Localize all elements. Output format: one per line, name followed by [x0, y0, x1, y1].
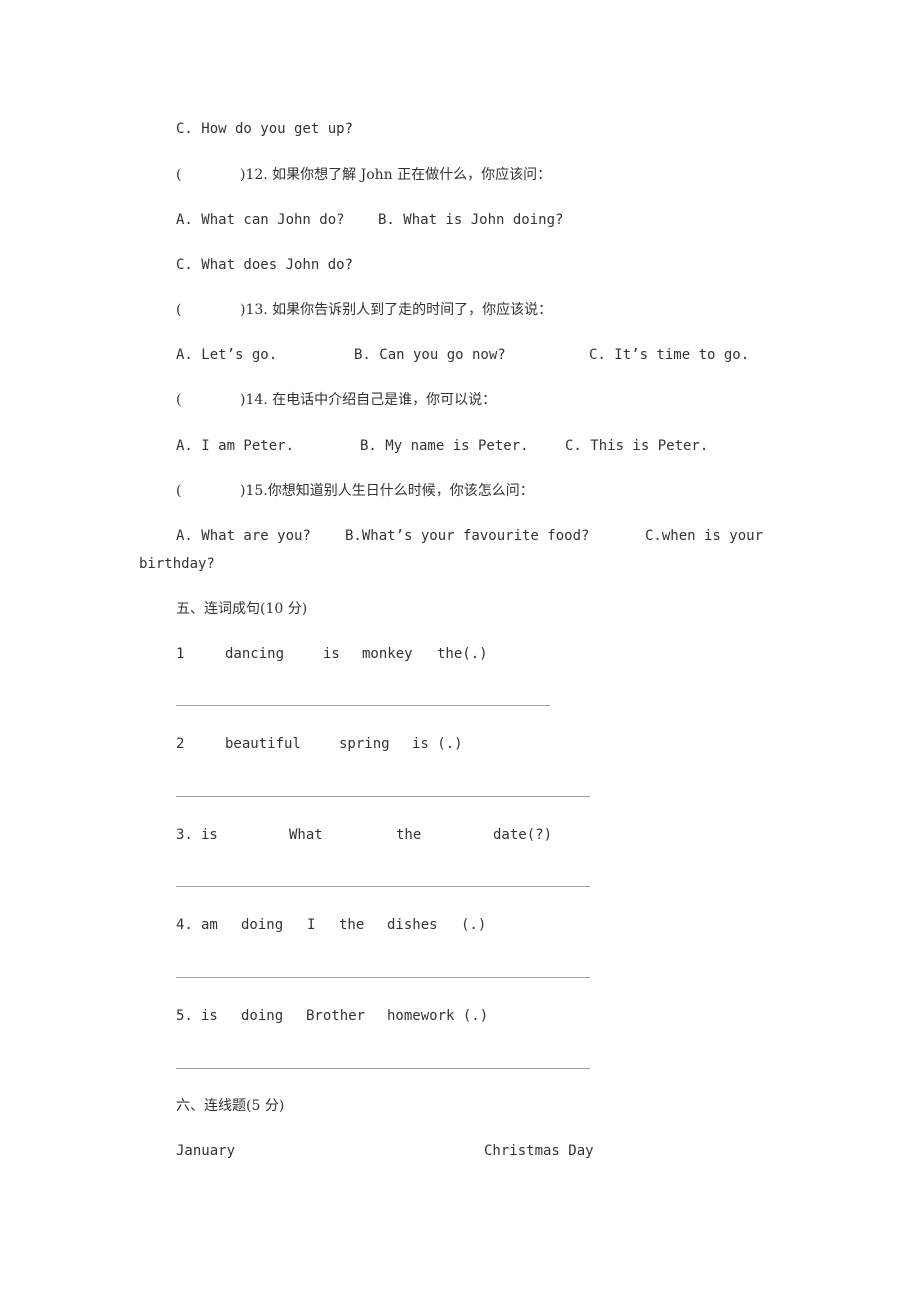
item-number: 4. — [176, 917, 193, 933]
word: doing — [241, 917, 284, 933]
word: date(?) — [493, 827, 553, 843]
q13-option-c: C. It’s time to go. — [589, 347, 750, 363]
answer-bracket-open: ( — [176, 302, 182, 318]
word: the — [396, 827, 422, 843]
word: am — [201, 917, 218, 933]
q14-option-a: A. I am Peter. — [176, 438, 295, 454]
word: beautiful — [225, 736, 301, 752]
q11-option-c: C. How do you get up? — [176, 121, 354, 137]
word: dancing — [225, 646, 285, 662]
q15-option-c: C.when is your — [645, 528, 764, 544]
answer-line-4[interactable] — [176, 977, 590, 978]
sentence-item-2: 2 beautiful spring is (.) — [176, 735, 676, 753]
question-12: ( )12. 如果你想了解 John 正在做什么，你应该问： — [176, 166, 776, 184]
answer-line-2[interactable] — [176, 796, 590, 797]
sentence-item-5: 5. is doing Brother homework (.) — [176, 1007, 676, 1025]
q13-option-a: A. Let’s go. — [176, 347, 278, 363]
sentence-item-3: 3. is What the date(?) — [176, 826, 676, 844]
answer-bracket-open: ( — [176, 167, 182, 183]
item-number: 1 — [176, 646, 185, 662]
matching-right-item: Christmas Day — [484, 1143, 594, 1159]
question-12-options-ab: A. What can John do? B. What is John doi… — [176, 211, 776, 229]
question-12-stem: )12. 如果你想了解 John 正在做什么，你应该问： — [240, 167, 552, 183]
word: doing — [241, 1008, 284, 1024]
item-number: 3. — [176, 827, 193, 843]
item-number: 5. — [176, 1008, 193, 1024]
question-14-options: A. I am Peter. B. My name is Peter. C. T… — [176, 437, 776, 455]
word: (.) — [461, 917, 487, 933]
q15-option-a: A. What are you? — [176, 528, 311, 544]
question-14-stem: )14. 在电话中介绍自己是谁，你可以说： — [240, 392, 497, 408]
q14-option-b: B. My name is Peter. — [360, 438, 529, 454]
question-13-options: A. Let’s go. B. Can you go now? C. It’s … — [176, 346, 776, 364]
sentence-item-4: 4. am doing I the dishes (.) — [176, 916, 676, 934]
q12-option-a: A. What can John do? — [176, 212, 345, 228]
question-14: ( )14. 在电话中介绍自己是谁，你可以说： — [176, 391, 776, 409]
word: Brother — [306, 1008, 366, 1024]
word: the — [339, 917, 365, 933]
section-6-title: 六、连线题(5 分) — [176, 1098, 285, 1114]
word: is (.) — [412, 736, 463, 752]
matching-left-item: January — [176, 1143, 236, 1159]
answer-line-1[interactable] — [176, 705, 550, 706]
word: is — [201, 827, 218, 843]
question-15-stem: )15.你想知道别人生日什么时候，你该怎么问： — [240, 483, 534, 499]
q12-option-b: B. What is John doing? — [378, 212, 564, 228]
question-13-stem: )13. 如果你告诉别人到了走的时间了，你应该说： — [240, 302, 553, 318]
q15-option-b: B.What’s your favourite food? — [345, 528, 590, 544]
section-5-title: 五、连词成句(10 分) — [176, 601, 308, 617]
word: homework (.) — [387, 1008, 489, 1024]
answer-line-3[interactable] — [176, 886, 590, 887]
answer-line-5[interactable] — [176, 1068, 590, 1069]
q14-option-c: C. This is Peter. — [565, 438, 709, 454]
word: I — [307, 917, 316, 933]
item-number: 2 — [176, 736, 185, 752]
q13-option-b: B. Can you go now? — [354, 347, 506, 363]
word: monkey — [362, 646, 413, 662]
word: is — [201, 1008, 218, 1024]
q12-option-c: C. What does John do? — [176, 257, 354, 273]
question-15: ( )15.你想知道别人生日什么时候，你该怎么问： — [176, 482, 776, 500]
answer-bracket-open: ( — [176, 392, 182, 408]
question-15-options: A. What are you? B.What’s your favourite… — [176, 527, 776, 545]
word: spring — [339, 736, 390, 752]
question-13: ( )13. 如果你告诉别人到了走的时间了，你应该说： — [176, 301, 776, 319]
q15-option-c-continued: birthday? — [139, 556, 215, 572]
word: dishes — [387, 917, 438, 933]
word: the(.) — [437, 646, 488, 662]
sentence-item-1: 1 dancing is monkey the(.) — [176, 645, 676, 663]
word: is — [323, 646, 340, 662]
answer-bracket-open: ( — [176, 483, 182, 499]
word: What — [289, 827, 323, 843]
